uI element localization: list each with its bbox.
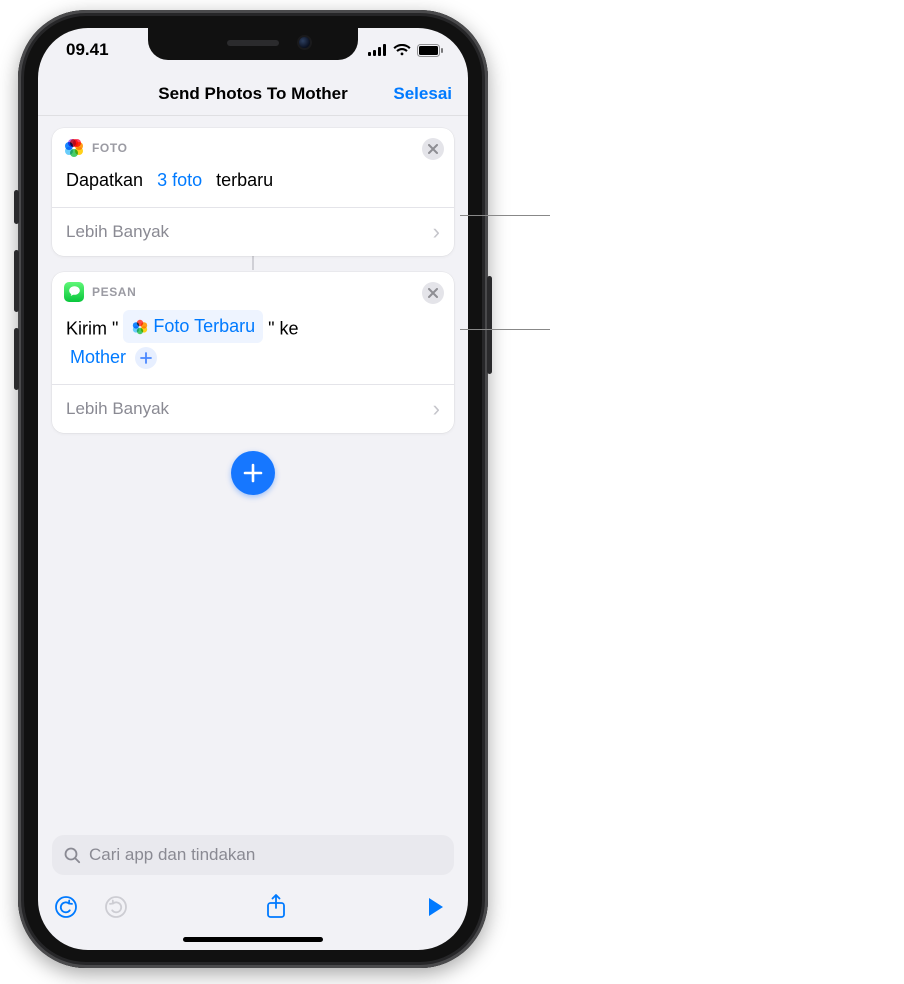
done-button[interactable]: Selesai [393, 72, 452, 115]
redo-button [102, 893, 130, 921]
action-summary: Dapatkan 3 foto terbaru [52, 162, 454, 207]
chevron-right-icon: › [433, 221, 440, 243]
show-more-label: Lebih Banyak [66, 222, 169, 242]
wifi-icon [393, 44, 411, 56]
delete-action-button[interactable] [422, 138, 444, 160]
add-recipient-button[interactable] [135, 347, 157, 369]
add-action-button[interactable] [231, 451, 275, 495]
status-time: 09.41 [66, 40, 109, 60]
photos-app-icon [131, 318, 147, 334]
action-card-photos[interactable]: FOTO Dapatkan 3 foto terbaru Lebih Banya… [52, 128, 454, 256]
count-parameter[interactable]: 3 foto [153, 168, 206, 192]
share-icon [265, 894, 287, 920]
toolbar [38, 883, 468, 931]
page-title: Send Photos To Mother [158, 84, 348, 104]
device-frame: 09.41 Send Photos To Mother Selesai [18, 10, 488, 968]
delete-action-button[interactable] [422, 282, 444, 304]
plus-icon [242, 462, 264, 484]
action-text: Kirim " [66, 318, 118, 338]
screen: 09.41 Send Photos To Mother Selesai [38, 28, 468, 950]
play-icon [427, 897, 445, 917]
home-indicator[interactable] [183, 937, 323, 942]
action-summary: Kirim " Foto Terbar [52, 306, 454, 384]
recipient-token[interactable]: Mother [66, 345, 130, 369]
search-placeholder: Cari app dan tindakan [89, 845, 255, 865]
volume-up-button [14, 250, 19, 312]
magic-variable[interactable]: Foto Terbaru [123, 310, 263, 343]
volume-down-button [14, 328, 19, 390]
bottom-area: Cari app dan tindakan [38, 835, 468, 883]
action-card-messages[interactable]: PESAN Kirim " [52, 272, 454, 433]
notch [148, 28, 358, 60]
editor-canvas[interactable]: FOTO Dapatkan 3 foto terbaru Lebih Banya… [38, 116, 468, 835]
undo-button[interactable] [52, 893, 80, 921]
close-icon [428, 288, 438, 298]
share-button[interactable] [262, 893, 290, 921]
magic-variable-label: Foto Terbaru [153, 312, 255, 341]
undo-icon [54, 895, 78, 919]
action-text: terbaru [216, 170, 273, 190]
show-more-row[interactable]: Lebih Banyak › [52, 207, 454, 256]
action-connector [252, 256, 254, 270]
action-text: Dapatkan [66, 170, 143, 190]
cellular-icon [368, 44, 387, 56]
run-button[interactable] [422, 893, 450, 921]
callout-leader [460, 215, 550, 216]
callout-leader [460, 329, 550, 330]
plus-icon [140, 352, 152, 364]
photos-app-icon [64, 138, 84, 158]
search-bar[interactable]: Cari app dan tindakan [52, 835, 454, 875]
side-button [487, 276, 492, 374]
redo-icon [104, 895, 128, 919]
search-icon [64, 847, 81, 864]
show-more-row[interactable]: Lebih Banyak › [52, 384, 454, 433]
action-text: " ke [268, 318, 298, 338]
nav-bar: Send Photos To Mother Selesai [38, 72, 468, 116]
show-more-label: Lebih Banyak [66, 399, 169, 419]
battery-icon [417, 44, 444, 57]
chevron-right-icon: › [433, 398, 440, 420]
action-app-label: PESAN [92, 285, 136, 299]
action-app-label: FOTO [92, 141, 128, 155]
close-icon [428, 144, 438, 154]
messages-app-icon [64, 282, 84, 302]
mute-switch [14, 190, 19, 224]
